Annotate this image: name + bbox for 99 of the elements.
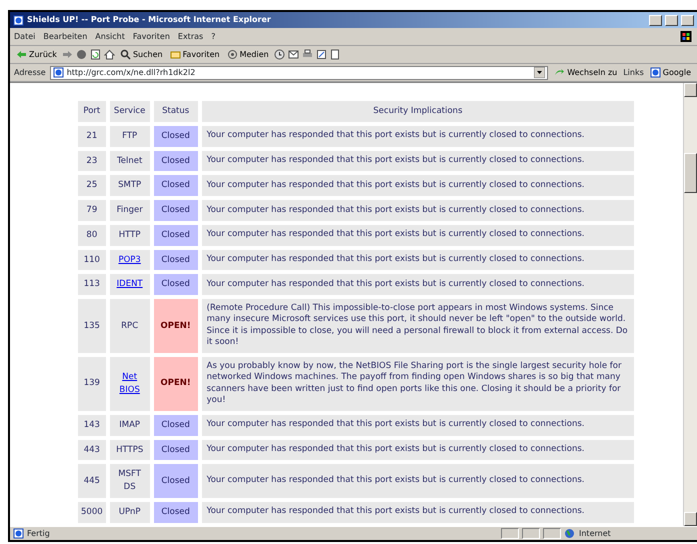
stop-icon[interactable] xyxy=(76,49,87,60)
dropdown-arrow-icon[interactable] xyxy=(534,66,546,78)
service-link[interactable]: IDENT xyxy=(116,278,143,291)
port-cell: 23 xyxy=(78,150,106,172)
implication-cell: Your computer has responded that this port exists but is currently closed to connections. xyxy=(202,440,634,460)
minimize-button[interactable] xyxy=(649,14,662,26)
column-header: Status xyxy=(154,101,198,122)
port-cell: 139 xyxy=(78,356,106,411)
menu-item[interactable]: ? xyxy=(211,30,216,42)
service-cell: IMAP xyxy=(110,414,150,436)
home-icon[interactable] xyxy=(104,49,115,60)
port-cell: 443 xyxy=(78,440,106,460)
printer-icon[interactable] xyxy=(302,49,313,60)
search-button[interactable]: Suchen xyxy=(118,48,165,60)
zone-text: Internet xyxy=(579,528,611,540)
status-cell: Closed xyxy=(154,175,198,196)
folder-icon xyxy=(170,49,181,60)
page-icon xyxy=(650,67,661,78)
back-button[interactable]: Zurück xyxy=(14,48,59,60)
status-cell: Closed xyxy=(154,150,198,172)
implication-cell: Your computer has responded that this port exists but is currently closed to connections. xyxy=(202,250,634,270)
status-pane xyxy=(501,528,519,539)
port-cell: 110 xyxy=(78,250,106,270)
discuss-icon[interactable] xyxy=(330,49,341,60)
history-icon[interactable] xyxy=(274,49,285,60)
port-cell: 5000 xyxy=(78,502,106,522)
port-cell: 21 xyxy=(78,126,106,146)
google-button[interactable]: Google xyxy=(648,66,693,78)
status-cell: Closed xyxy=(154,414,198,436)
port-cell: 79 xyxy=(78,200,106,221)
implication-cell: Your computer has responded that this port exists but is currently closed to connections. xyxy=(202,200,634,221)
window-title: Shields UP! -- Port Probe - Microsoft Internet Explorer xyxy=(27,14,272,26)
column-header: Port xyxy=(78,101,106,122)
service-cell: HTTP xyxy=(110,224,150,246)
windows-logo-icon xyxy=(679,31,693,42)
address-label: Adresse xyxy=(14,66,46,78)
status-cell: OPEN! xyxy=(154,299,198,353)
service-cell: RPC xyxy=(110,299,150,353)
implication-cell: Your computer has responded that this port exists but is currently closed to connections. xyxy=(202,175,634,196)
column-header: Service xyxy=(110,101,150,122)
media-icon xyxy=(226,49,238,60)
status-cell: Closed xyxy=(154,502,198,522)
menu-item[interactable]: Extras xyxy=(178,30,204,42)
service-cell: FTP xyxy=(110,126,150,146)
address-field[interactable]: http://grc.com/x/ne.dll?rh1dk2l2 xyxy=(50,66,548,80)
go-button[interactable]: Wechseln zu xyxy=(552,66,620,78)
service-cell: Finger xyxy=(110,200,150,221)
port-cell: 143 xyxy=(78,414,106,436)
status-cell: OPEN! xyxy=(154,356,198,411)
page-icon xyxy=(52,67,64,78)
implication-cell: (Remote Procedure Call) This impossible-to-close port appears in most Windows systems. Since many insecure Microsoft services use this port, it should never be left "open" to the outside world. Since it is impossible to close, you will need a personal firewall to block it from external access. Do it soon! xyxy=(202,299,634,353)
edit-icon[interactable] xyxy=(316,49,327,60)
service-cell: SMTP xyxy=(110,175,150,196)
implication-cell: Your computer has responded that this port exists but is currently closed to connections. xyxy=(202,274,634,295)
status-cell: Closed xyxy=(154,464,198,498)
search-icon xyxy=(120,49,131,60)
implication-cell: As you probably know by now, the NetBIOS File Sharing port is the single largest security hole for networked Windows machines. The payoff from finding open Windows shares is so big that many scanners have been written just to find open ports like this one. Closing it should be a priority for you! xyxy=(202,356,634,411)
status-cell: Closed xyxy=(154,200,198,221)
port-cell: 80 xyxy=(78,224,106,246)
close-button[interactable] xyxy=(681,14,694,26)
links-button[interactable]: Links xyxy=(623,66,644,78)
status-cell: Closed xyxy=(154,250,198,270)
status-text: Fertig xyxy=(27,528,51,540)
globe-icon xyxy=(564,528,575,539)
service-cell: HTTPS xyxy=(110,440,150,460)
status-cell: Closed xyxy=(154,274,198,295)
implication-cell: Your computer has responded that this port exists but is currently closed to connections. xyxy=(202,150,634,172)
status-cell: Closed xyxy=(154,440,198,460)
status-pane xyxy=(543,528,561,539)
back-arrow-icon xyxy=(16,49,27,60)
status-pane xyxy=(522,528,540,539)
status-cell: Closed xyxy=(154,126,198,146)
column-header: Security Implications xyxy=(202,101,634,122)
port-cell: 113 xyxy=(78,274,106,295)
service-link[interactable]: Net BIOS xyxy=(112,371,147,397)
service-link[interactable]: POP3 xyxy=(118,254,141,266)
browser-icon xyxy=(13,14,24,26)
maximize-button[interactable] xyxy=(665,14,678,26)
implication-cell: Your computer has responded that this port exists but is currently closed to connections. xyxy=(202,224,634,246)
port-cell: 25 xyxy=(78,175,106,196)
service-cell: Telnet xyxy=(110,150,150,172)
menu-item[interactable]: Datei xyxy=(14,30,36,42)
implication-cell: Your computer has responded that this port exists but is currently closed to connections. xyxy=(202,464,634,498)
menu-item[interactable]: Favoriten xyxy=(132,30,170,42)
service-cell: MSFT DS xyxy=(110,464,150,498)
mail-icon[interactable] xyxy=(288,49,299,60)
port-cell: 445 xyxy=(78,464,106,498)
implication-cell: Your computer has responded that this port exists but is currently closed to connections. xyxy=(202,502,634,522)
menu-item[interactable]: Bearbeiten xyxy=(43,30,88,42)
media-button[interactable]: Medien xyxy=(224,48,271,60)
implication-cell: Your computer has responded that this port exists but is currently closed to connections. xyxy=(202,414,634,436)
service-cell: UPnP xyxy=(110,502,150,522)
scrollbar[interactable] xyxy=(683,83,697,526)
menu-item[interactable]: Ansicht xyxy=(95,30,125,42)
favorites-button[interactable]: Favoriten xyxy=(168,48,222,60)
status-cell: Closed xyxy=(154,224,198,246)
implication-cell: Your computer has responded that this port exists but is currently closed to connections. xyxy=(202,126,634,146)
refresh-icon[interactable] xyxy=(90,49,101,60)
port-cell: 135 xyxy=(78,299,106,353)
